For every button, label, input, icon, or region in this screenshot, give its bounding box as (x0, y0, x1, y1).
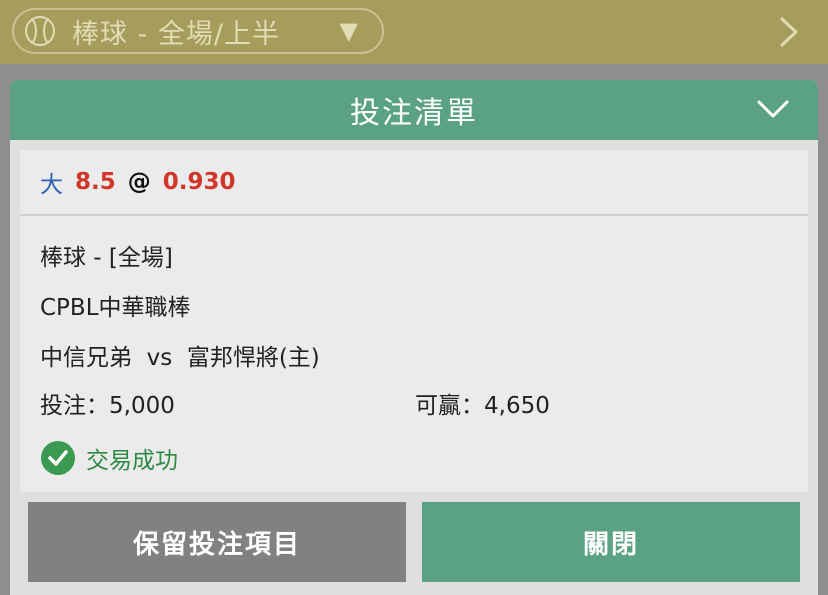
match-label: 中信兄弟 vs 富邦悍將(主) (40, 345, 320, 371)
sport-selector-label: 棒球 - 全場/上半 (72, 18, 281, 50)
selection-label: 大 (40, 172, 63, 198)
bet-slip-panel: 投注清單 大 8.5 @ 0.930 棒球 - [全場] CPBL中華職棒 中信… (10, 80, 818, 595)
payout-amount: 可贏：4,650 (415, 393, 550, 419)
status-message: 交易成功 (40, 440, 178, 476)
baseball-icon (24, 15, 56, 47)
bet-ticket: 大 8.5 @ 0.930 棒球 - [全場] CPBL中華職棒 中信兄弟 vs… (20, 150, 808, 492)
dropdown-triangle-icon: ▼ (339, 17, 358, 45)
chevron-right-icon[interactable] (778, 16, 800, 48)
top-bar: 棒球 - 全場/上半 ▼ (0, 0, 828, 64)
chevron-down-icon[interactable] (756, 97, 790, 121)
close-button[interactable]: 關閉 (422, 502, 800, 582)
odds-row: 大 8.5 @ 0.930 (20, 150, 808, 216)
odds-value: 0.930 (162, 169, 236, 195)
stake-amount: 投注：5,000 (40, 393, 175, 419)
status-text: 交易成功 (86, 448, 178, 474)
market-label: 棒球 - [全場] (40, 245, 173, 271)
handicap-line: 8.5 (75, 169, 116, 195)
sport-selector[interactable]: 棒球 - 全場/上半 ▼ (12, 8, 384, 54)
league-label: CPBL中華職棒 (40, 295, 191, 321)
bet-slip-title: 投注清單 (350, 96, 478, 131)
bet-slip-header[interactable]: 投注清單 (10, 80, 818, 140)
check-circle-icon (40, 440, 76, 476)
keep-selections-button[interactable]: 保留投注項目 (28, 502, 406, 582)
at-sign: @ (127, 169, 151, 195)
